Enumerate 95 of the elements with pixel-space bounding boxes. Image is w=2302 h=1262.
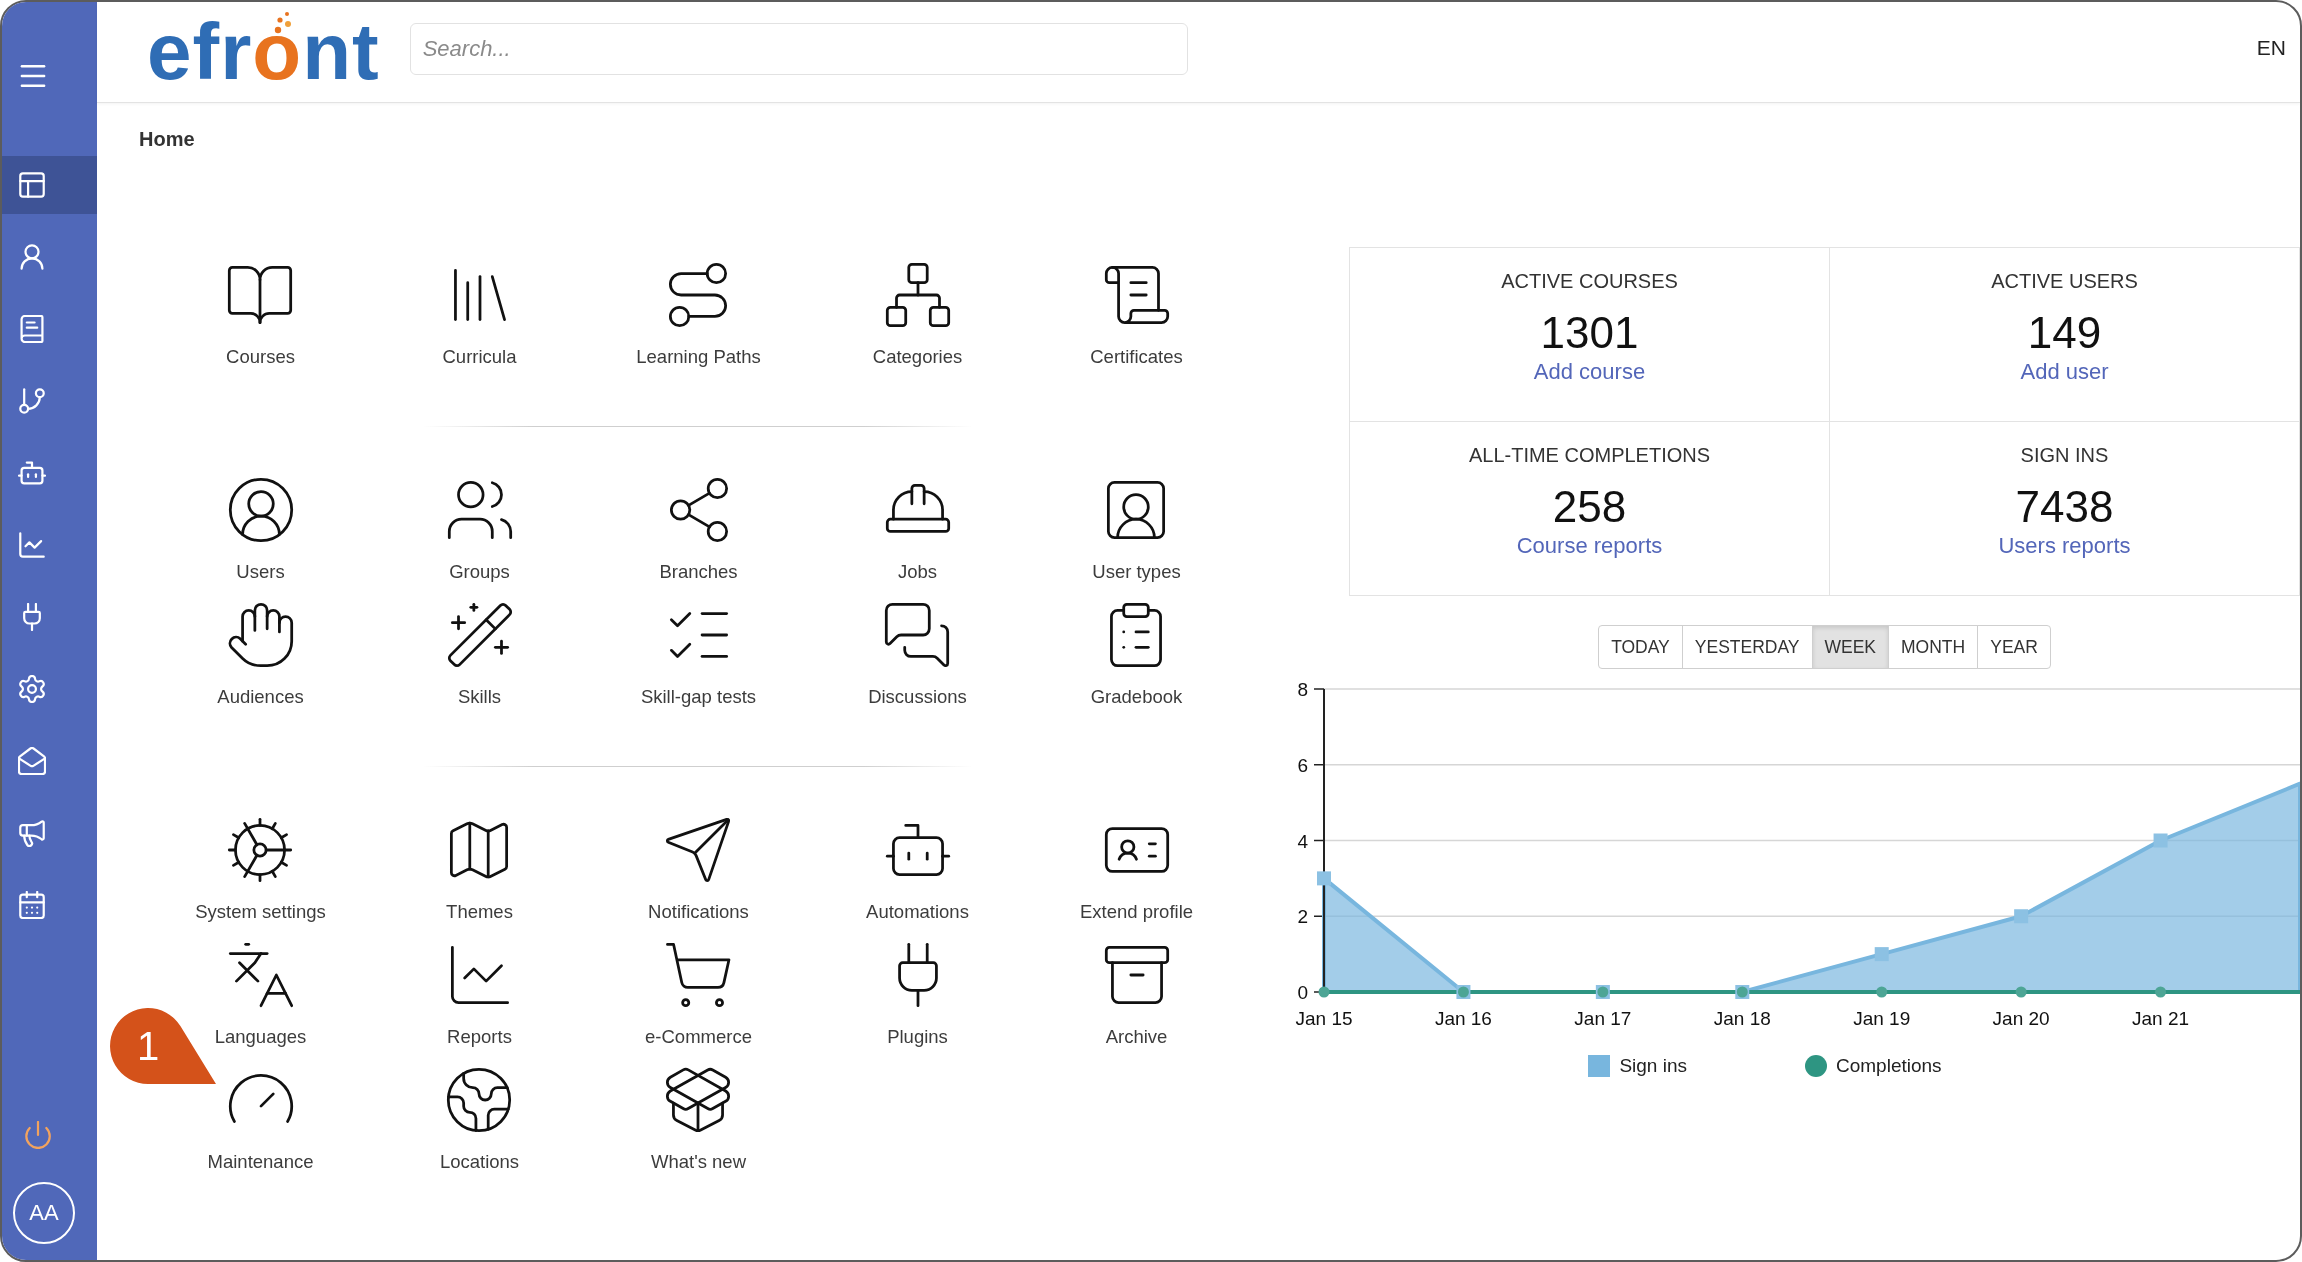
module-link[interactable]: Courses [226, 262, 295, 369]
module-link[interactable]: Certificates [1090, 262, 1183, 369]
hierarchy-icon [884, 262, 951, 328]
page-title: Home [139, 127, 196, 151]
stat-link[interactable]: Course reports [1516, 532, 1663, 560]
search-field[interactable]: Search... [409, 23, 1188, 75]
y-tick-label: 6 [1297, 754, 1308, 776]
y-tick-label: 8 [1297, 679, 1308, 700]
stat-value: 7438 [2015, 482, 2114, 532]
translate-icon [227, 942, 294, 1008]
legend-label: Completions [1836, 1054, 1942, 1078]
x-tick-label: Jan 21 [2132, 1008, 2190, 1029]
settings-icon [227, 817, 294, 883]
module-link[interactable]: User types [1092, 477, 1181, 584]
sidebar-nav-button[interactable] [2, 156, 97, 214]
robot-icon [18, 459, 46, 487]
x-tick-label: Jan 17 [1574, 1008, 1632, 1029]
period-button[interactable]: TODAY [1598, 625, 1683, 669]
x-tick-label: Jan 15 [1295, 1008, 1353, 1029]
paper-plane-icon [665, 817, 732, 883]
module-link[interactable]: Gradebook [1090, 602, 1183, 709]
y-tick-label: 0 [1297, 982, 1308, 1003]
period-button[interactable]: WEEK [1811, 625, 1890, 669]
module-link[interactable]: Skill-gap tests [640, 602, 757, 709]
module-link[interactable]: e-Commerce [645, 942, 752, 1049]
book-icon [18, 315, 46, 343]
module-link[interactable]: Audiences [217, 602, 304, 709]
stat-title: ACTIVE USERS [1991, 269, 2138, 293]
open-box-icon [665, 1067, 732, 1133]
hand-icon [227, 602, 294, 668]
module-link[interactable]: Jobs [884, 477, 951, 584]
module-link[interactable]: Themes [446, 817, 513, 924]
data-point-marker [2155, 986, 2167, 998]
power-icon [24, 1121, 52, 1149]
stat-title: ACTIVE COURSES [1501, 269, 1678, 293]
data-point-marker [1874, 947, 1889, 962]
period-button[interactable]: MONTH [1888, 625, 1979, 669]
legend-label: Sign ins [1619, 1054, 1687, 1078]
stat-link[interactable]: Add user [2020, 358, 2109, 386]
module-link[interactable]: Learning Paths [636, 262, 761, 369]
data-point-marker [1876, 986, 1888, 998]
branch-icon [18, 387, 46, 415]
module-link[interactable]: Skills [446, 602, 513, 709]
x-tick-label: Jan 16 [1434, 1008, 1492, 1029]
data-point-marker [2015, 986, 2027, 998]
user-circle-icon [227, 477, 294, 543]
stat-title: SIGN INS [2020, 443, 2109, 467]
stat-link[interactable]: Users reports [1998, 532, 2131, 560]
stat-value: 1301 [1540, 308, 1639, 358]
data-point-marker [1318, 986, 1330, 998]
module-link[interactable]: Reports [446, 942, 513, 1049]
language-link[interactable]: EN [2256, 35, 2286, 61]
module-link[interactable]: What's new [650, 1067, 746, 1174]
y-tick-label: 4 [1297, 830, 1308, 852]
magic-wand-icon [446, 602, 513, 668]
stat-value: 258 [1552, 482, 1627, 532]
y-tick-label: 2 [1297, 906, 1308, 928]
stat-link[interactable]: Add course [1533, 358, 1646, 386]
x-tick-label: Jan 19 [1853, 1008, 1911, 1029]
period-button[interactable]: YESTERDAY [1681, 625, 1813, 669]
step-callout: 1 [110, 1008, 217, 1085]
layout-icon [18, 171, 46, 199]
open-envelope-icon [18, 747, 46, 775]
module-link[interactable]: Categories [872, 262, 963, 369]
settings-icon [18, 675, 46, 703]
chat-bubbles-icon [884, 602, 951, 668]
megaphone-icon [18, 819, 46, 847]
calendar-icon [18, 891, 46, 919]
data-point-marker [2014, 909, 2029, 924]
avatar-button[interactable]: AA [13, 1182, 75, 1244]
stat-title: ALL-TIME COMPLETIONS [1468, 443, 1711, 467]
module-link[interactable]: Plugins [884, 942, 951, 1049]
module-link[interactable]: Locations [439, 1067, 520, 1174]
module-link[interactable]: System settings [195, 817, 326, 924]
module-link[interactable]: Notifications [648, 817, 749, 924]
globe-icon [446, 1067, 513, 1133]
module-link[interactable]: Branches [659, 477, 738, 584]
module-link[interactable]: Extend profile [1079, 817, 1194, 924]
stat-value: 149 [2027, 308, 2102, 358]
module-link[interactable]: Discussions [868, 602, 967, 709]
data-point-marker [1317, 871, 1331, 886]
x-tick-label: Jan 20 [1992, 1008, 2050, 1029]
period-button[interactable]: YEAR [1977, 625, 2051, 669]
module-link[interactable]: Groups [446, 477, 513, 584]
x-tick-label: Jan 18 [1713, 1008, 1771, 1029]
logo: efront [147, 12, 380, 92]
module-link[interactable]: Archive [1103, 942, 1170, 1049]
user-icon [18, 243, 46, 271]
module-link[interactable]: Languages [214, 942, 307, 1049]
module-link[interactable]: Automations [866, 817, 969, 924]
module-link[interactable]: Curricula [442, 262, 517, 369]
line-chart-icon [18, 531, 46, 559]
data-point-marker [2153, 833, 2168, 848]
module-link[interactable]: Users [227, 477, 294, 584]
shopping-cart-icon [665, 942, 732, 1008]
